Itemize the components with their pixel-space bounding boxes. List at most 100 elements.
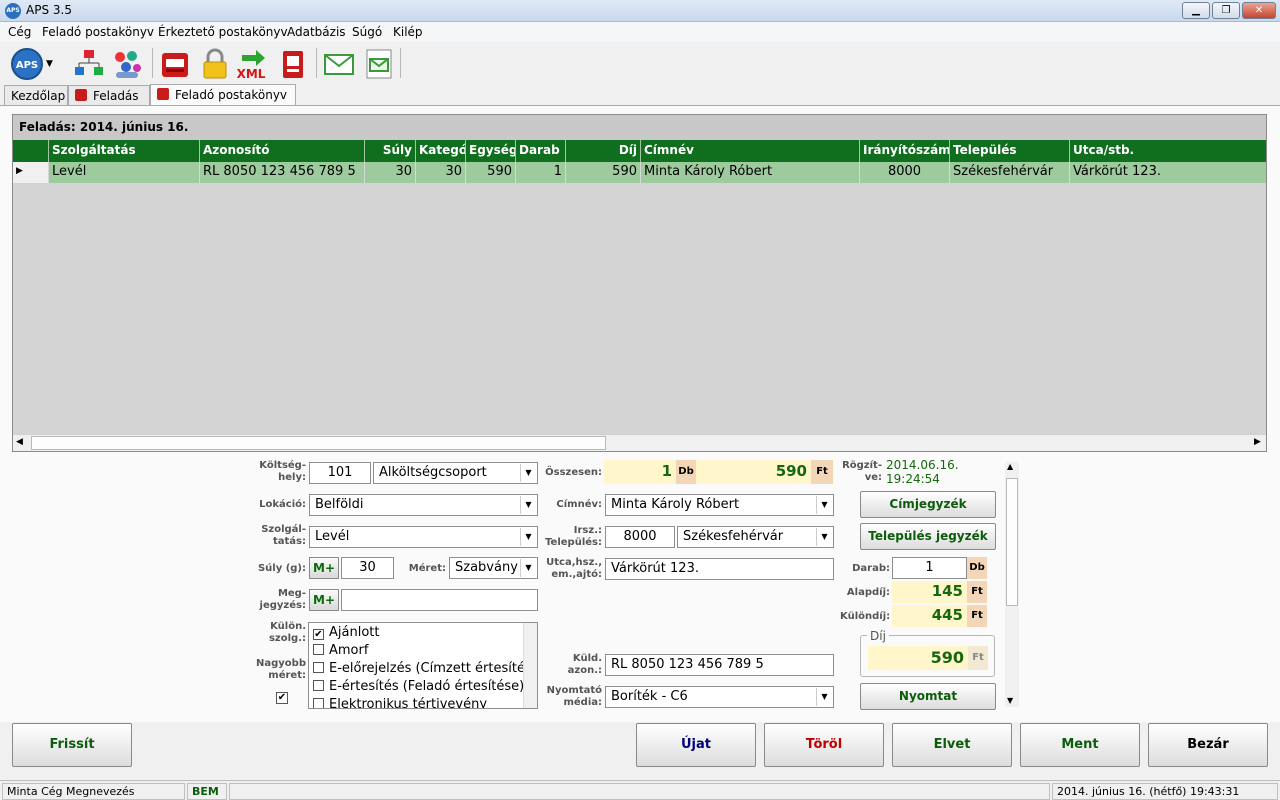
scroll-right-icon[interactable]: ▶ xyxy=(1254,437,1261,447)
frissit-button[interactable]: Frissít xyxy=(12,723,132,767)
szolgaltatas-select[interactable]: Levél ▼ xyxy=(309,526,538,548)
chevron-down-icon[interactable]: ▼ xyxy=(520,559,536,577)
horizontal-scrollbar[interactable]: ◀ ▶ xyxy=(13,434,1266,451)
suly-input[interactable]: 30 xyxy=(341,557,394,579)
koltseghely-group-select[interactable]: Alköltségcsoport ▼ xyxy=(373,462,538,484)
cell-szolgaltatas[interactable]: Levél xyxy=(49,162,200,183)
xml-export-icon[interactable]: XML xyxy=(234,47,268,81)
column-header[interactable]: Azonosító xyxy=(200,140,365,162)
elvet-button[interactable]: Elvet xyxy=(892,723,1012,767)
ment-button[interactable]: Ment xyxy=(1020,723,1140,767)
nagyobb-meret-checkbox[interactable]: ✔ xyxy=(276,692,288,704)
cell-iranyitoszam[interactable]: 8000 xyxy=(860,162,950,183)
tab-feladas[interactable]: Feladás xyxy=(68,85,150,106)
cell-egyseg[interactable]: 590 xyxy=(466,162,516,183)
dropdown-arrow-icon[interactable]: ▼ xyxy=(46,47,60,81)
lokacio-select[interactable]: Belföldi ▼ xyxy=(309,494,538,516)
service-item-tertiveveny[interactable]: Elektronikus tértivevény xyxy=(313,697,487,708)
chevron-down-icon[interactable]: ▼ xyxy=(520,496,536,514)
megjegyzes-memory-button[interactable]: M+ xyxy=(309,589,339,611)
menu-adatbazis[interactable]: Adatbázis xyxy=(287,25,346,39)
suly-memory-button[interactable]: M+ xyxy=(309,557,339,579)
nyomtato-media-select[interactable]: Boríték - C6 ▼ xyxy=(605,686,834,708)
org-chart-icon[interactable] xyxy=(72,47,106,81)
chevron-down-icon[interactable]: ▼ xyxy=(816,688,832,706)
minimize-button[interactable]: ▁ xyxy=(1182,2,1210,19)
column-header[interactable]: Utca/stb. xyxy=(1070,140,1266,162)
form-scrollbar[interactable]: ▲ ▼ xyxy=(1005,462,1019,707)
scroll-thumb[interactable] xyxy=(1006,478,1018,606)
tab-felado-postakonyv[interactable]: Feladó postakönyv xyxy=(150,84,296,107)
service-item-e-ertesites[interactable]: E-értesítés (Feladó értesítése) xyxy=(313,679,524,694)
meret-select[interactable]: Szabvány ▼ xyxy=(449,557,538,579)
column-header[interactable]: Település xyxy=(950,140,1070,162)
kuld-azon-input[interactable]: RL 8050 123 456 789 5 xyxy=(605,654,834,676)
list-scrollbar[interactable] xyxy=(523,623,537,708)
scroll-left-icon[interactable]: ◀ xyxy=(16,437,23,447)
close-button[interactable]: ✕ xyxy=(1242,2,1276,19)
menu-kilep[interactable]: Kilép xyxy=(393,25,423,39)
koltseghely-code-input[interactable]: 101 xyxy=(309,462,371,484)
chevron-down-icon[interactable]: ▼ xyxy=(520,528,536,546)
chevron-down-icon[interactable]: ▼ xyxy=(816,528,832,546)
telepules-jegyzek-button[interactable]: Település jegyzék xyxy=(860,523,996,550)
menu-ceg[interactable]: Cég xyxy=(8,25,31,39)
maximize-button[interactable]: ❐ xyxy=(1212,2,1240,19)
column-header[interactable]: Irányítószám xyxy=(860,140,950,162)
users-icon[interactable] xyxy=(110,47,144,81)
menu-sugo[interactable]: Súgó xyxy=(352,25,382,39)
telepules-select[interactable]: Székesfehérvár ▼ xyxy=(677,526,834,548)
cell-suly[interactable]: 30 xyxy=(365,162,416,183)
postal-grid[interactable]: Feladás: 2014. június 16. Szolgáltatás A… xyxy=(12,114,1267,452)
utca-input[interactable]: Várkörút 123. xyxy=(605,558,834,580)
service-item-ajanlott[interactable]: ✔ Ajánlott xyxy=(313,625,379,640)
special-services-list[interactable]: ✔ Ajánlott Amorf E-előrejelzés (Címzett é… xyxy=(308,622,538,709)
cell-darab[interactable]: 1 xyxy=(516,162,566,183)
checkbox[interactable] xyxy=(313,644,324,655)
cell-telepules[interactable]: Székesfehérvár xyxy=(950,162,1070,183)
nyomtat-button[interactable]: Nyomtat xyxy=(860,683,996,710)
table-row[interactable]: ▶ Levél RL 8050 123 456 789 5 30 30 590 … xyxy=(13,162,1266,183)
tab-kezdolap[interactable]: Kezdőlap xyxy=(4,85,68,106)
cell-dij[interactable]: 590 xyxy=(566,162,641,183)
checkbox[interactable] xyxy=(313,698,324,708)
column-header[interactable]: Szolgáltatás xyxy=(49,140,200,162)
chevron-down-icon[interactable]: ▼ xyxy=(816,496,832,514)
column-header[interactable]: Egység xyxy=(466,140,516,162)
cimjegyzek-button[interactable]: Címjegyzék xyxy=(860,491,996,518)
envelope-doc-icon[interactable] xyxy=(362,47,396,81)
chevron-down-icon[interactable]: ▼ xyxy=(520,464,536,482)
menu-felado-postakonyv[interactable]: Feladó postakönyv xyxy=(42,25,154,39)
column-header[interactable]: Címnév xyxy=(641,140,860,162)
torol-button[interactable]: Töröl xyxy=(764,723,884,767)
aps-logo-icon[interactable]: APS xyxy=(10,47,44,81)
ujat-button[interactable]: Újat xyxy=(636,723,756,767)
scroll-down-icon[interactable]: ▼ xyxy=(1007,696,1013,705)
column-header[interactable]: Díj xyxy=(566,140,641,162)
suly-label: Súly (g): xyxy=(257,563,306,574)
column-header[interactable]: Súly xyxy=(365,140,416,162)
service-item-e-elorejelzes[interactable]: E-előrejelzés (Címzett értesítés xyxy=(313,661,532,676)
irsz-input[interactable]: 8000 xyxy=(605,526,675,548)
menu-erkezteto-postakonyv[interactable]: Érkeztető postakönyv xyxy=(158,25,288,39)
column-header[interactable]: Darab xyxy=(516,140,566,162)
column-header[interactable]: Kategó xyxy=(416,140,466,162)
bezar-button[interactable]: Bezár xyxy=(1148,723,1268,767)
checkbox[interactable] xyxy=(313,680,324,691)
cell-kategoria[interactable]: 30 xyxy=(416,162,466,183)
scroll-thumb[interactable] xyxy=(31,436,606,450)
envelope-icon[interactable] xyxy=(322,47,356,81)
cell-azonosito[interactable]: RL 8050 123 456 789 5 xyxy=(200,162,365,183)
megjegyzes-input[interactable] xyxy=(341,589,538,611)
cell-cimnev[interactable]: Minta Károly Róbert xyxy=(641,162,860,183)
service-item-amorf[interactable]: Amorf xyxy=(313,643,368,658)
cimnev-select[interactable]: Minta Károly Róbert ▼ xyxy=(605,494,834,516)
cell-utca[interactable]: Várkörút 123. xyxy=(1070,162,1266,183)
darab-input[interactable]: 1 xyxy=(892,557,967,579)
print-document-icon[interactable] xyxy=(276,47,310,81)
checkbox[interactable]: ✔ xyxy=(313,629,324,640)
scroll-up-icon[interactable]: ▲ xyxy=(1007,462,1013,471)
lock-icon[interactable] xyxy=(198,47,232,81)
mailbox-icon[interactable] xyxy=(158,47,192,81)
checkbox[interactable] xyxy=(313,662,324,673)
